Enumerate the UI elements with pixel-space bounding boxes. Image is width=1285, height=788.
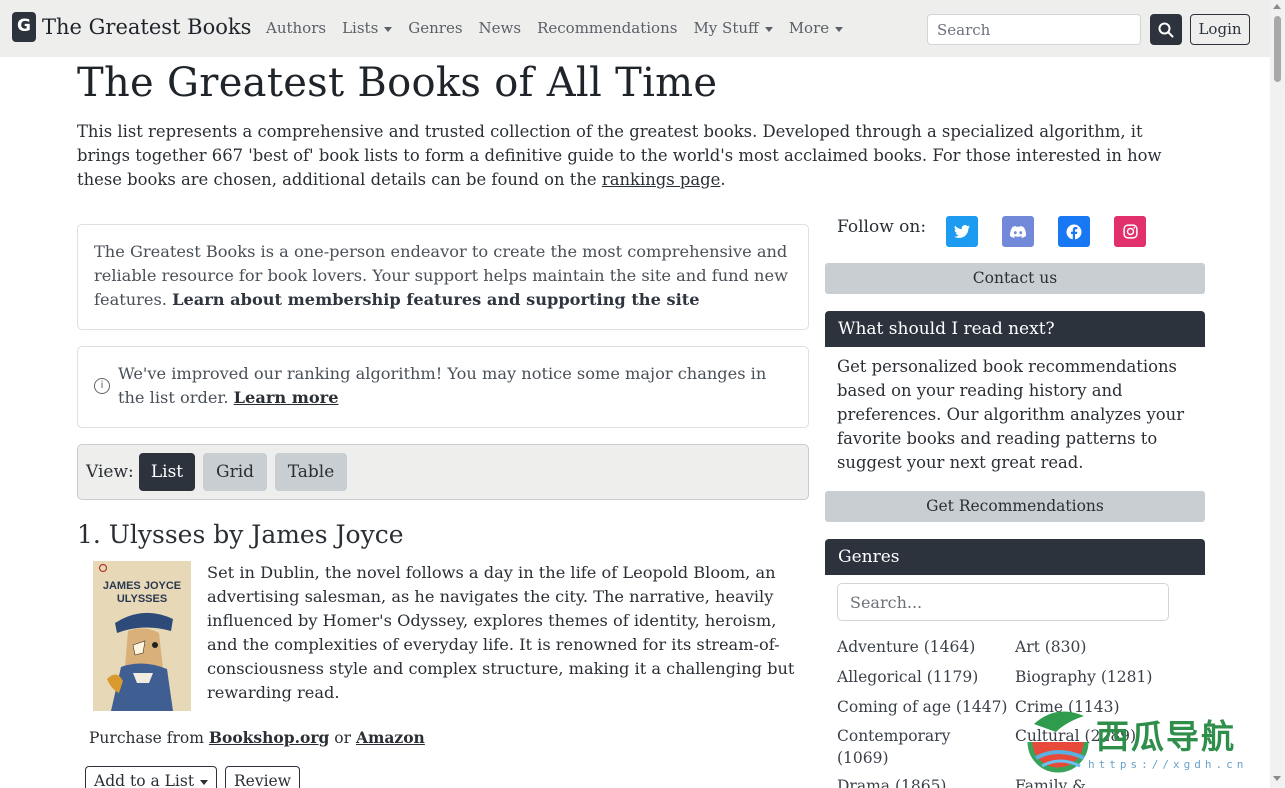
twitter-icon — [954, 224, 970, 238]
instagram-icon — [1122, 224, 1138, 239]
view-table-button[interactable]: Table — [275, 453, 347, 491]
genre-link[interactable]: Family & — [1015, 775, 1086, 788]
twitter-button[interactable] — [946, 216, 978, 247]
follow-label: Follow on: — [837, 217, 927, 237]
nav-lists-label: Lists — [342, 19, 379, 37]
watermark-url: https://xgdh.cn — [1088, 758, 1248, 771]
purchase-or: or — [329, 729, 356, 747]
discord-button[interactable] — [1002, 216, 1034, 247]
cover-author-text: JAMES JOYCE — [103, 580, 181, 592]
scroll-down-arrow-icon[interactable] — [1273, 776, 1281, 781]
view-grid-button[interactable]: Grid — [203, 453, 267, 491]
genres-panel-title: Genres — [825, 539, 1205, 575]
review-button[interactable]: Review — [225, 766, 300, 788]
nav-my-stuff-label: My Stuff — [693, 19, 759, 37]
book-cover[interactable]: JAMES JOYCE ULYSSES — [93, 561, 191, 711]
nav-more-dropdown[interactable]: More — [788, 17, 844, 39]
search-icon — [1158, 22, 1174, 37]
nav-menu: Authors Lists Genres News Recommendation… — [266, 17, 859, 39]
nav-news-label: News — [478, 19, 522, 37]
nav-lists-dropdown[interactable]: Lists — [342, 17, 393, 39]
intro-paragraph: This list represents a comprehensive and… — [77, 120, 1187, 192]
get-recommendations-button[interactable]: Get Recommendations — [825, 491, 1205, 522]
intro-end: . — [720, 170, 726, 189]
book-heading[interactable]: 1. Ulysses by James Joyce — [77, 520, 404, 549]
discord-icon — [1010, 225, 1026, 238]
amazon-link[interactable]: Amazon — [356, 728, 425, 747]
brand-name: The Greatest Books — [42, 15, 252, 39]
brand-link[interactable]: G The Greatest Books — [12, 12, 251, 42]
cover-title-text: ULYSSES — [117, 593, 167, 605]
add-to-list-label: Add to a List — [94, 772, 195, 788]
cover-art-image: JAMES JOYCE ULYSSES — [93, 561, 191, 711]
nav-more-label: More — [788, 19, 830, 37]
genre-link[interactable]: Drama (1865) — [837, 775, 946, 788]
add-to-list-button[interactable]: Add to a List — [85, 766, 218, 788]
view-switcher: View: List Grid Table — [77, 444, 809, 500]
genre-link[interactable]: Allegorical (1179) — [837, 666, 978, 688]
view-label: View: — [86, 462, 134, 482]
search-button[interactable] — [1150, 14, 1182, 45]
bookshop-link[interactable]: Bookshop.org — [209, 728, 329, 747]
genre-link[interactable]: Contemporary (1069) — [837, 725, 977, 769]
instagram-button[interactable] — [1114, 216, 1146, 247]
facebook-icon — [1066, 224, 1082, 240]
caret-down-icon — [764, 26, 773, 32]
scroll-thumb[interactable] — [1274, 16, 1281, 82]
caret-down-icon — [384, 26, 393, 32]
nav-genres-label: Genres — [408, 19, 463, 37]
genre-link[interactable]: Cultural (2289) — [1015, 725, 1136, 747]
page-title: The Greatest Books of All Time — [77, 60, 718, 106]
purchase-line: Purchase from Bookshop.org or Amazon — [89, 728, 425, 747]
genre-link[interactable]: Art (830) — [1015, 636, 1086, 658]
brand-logo-icon: G — [12, 12, 36, 42]
algorithm-notice: i We've improved our ranking algorithm! … — [77, 346, 809, 428]
info-icon: i — [94, 378, 110, 394]
nav-authors-label: Authors — [266, 19, 327, 37]
notice-text: We've improved our ranking algorithm! Yo… — [118, 364, 767, 407]
top-navbar: G The Greatest Books Authors Lists Genre… — [0, 0, 1270, 57]
support-callout: The Greatest Books is a one-person endea… — [77, 224, 809, 330]
scroll-up-arrow-icon[interactable] — [1273, 4, 1281, 9]
book-description: Set in Dublin, the novel follows a day i… — [207, 563, 795, 702]
view-list-button[interactable]: List — [139, 453, 195, 491]
nav-recommendations[interactable]: Recommendations — [537, 17, 677, 39]
nav-authors[interactable]: Authors — [266, 17, 326, 39]
reco-panel-title: What should I read next? — [825, 311, 1205, 347]
facebook-button[interactable] — [1058, 216, 1090, 247]
nav-my-stuff-dropdown[interactable]: My Stuff — [693, 17, 773, 39]
membership-link[interactable]: Learn about membership features and supp… — [172, 290, 699, 309]
learn-more-link[interactable]: Learn more — [234, 388, 339, 407]
contact-us-button[interactable]: Contact us — [825, 263, 1205, 294]
rankings-page-link[interactable]: rankings page — [602, 170, 720, 189]
site-search-input[interactable] — [927, 14, 1141, 45]
genre-link[interactable]: Coming of age (1447) — [837, 696, 1007, 718]
page-scrollbar[interactable] — [1270, 0, 1285, 788]
reco-description: Get personalized book recommendations ba… — [837, 357, 1185, 472]
login-button[interactable]: Login — [1190, 14, 1250, 45]
caret-down-icon — [835, 26, 844, 32]
purchase-prefix: Purchase from — [89, 729, 209, 747]
nav-recommendations-label: Recommendations — [537, 19, 678, 37]
nav-news[interactable]: News — [479, 17, 522, 39]
nav-genres[interactable]: Genres — [408, 17, 462, 39]
caret-down-icon — [200, 779, 209, 785]
genre-search-input[interactable] — [837, 583, 1169, 621]
genre-link[interactable]: Adventure (1464) — [837, 636, 975, 658]
genre-link[interactable]: Crime (1143) — [1015, 696, 1120, 718]
genre-link[interactable]: Biography (1281) — [1015, 666, 1152, 688]
